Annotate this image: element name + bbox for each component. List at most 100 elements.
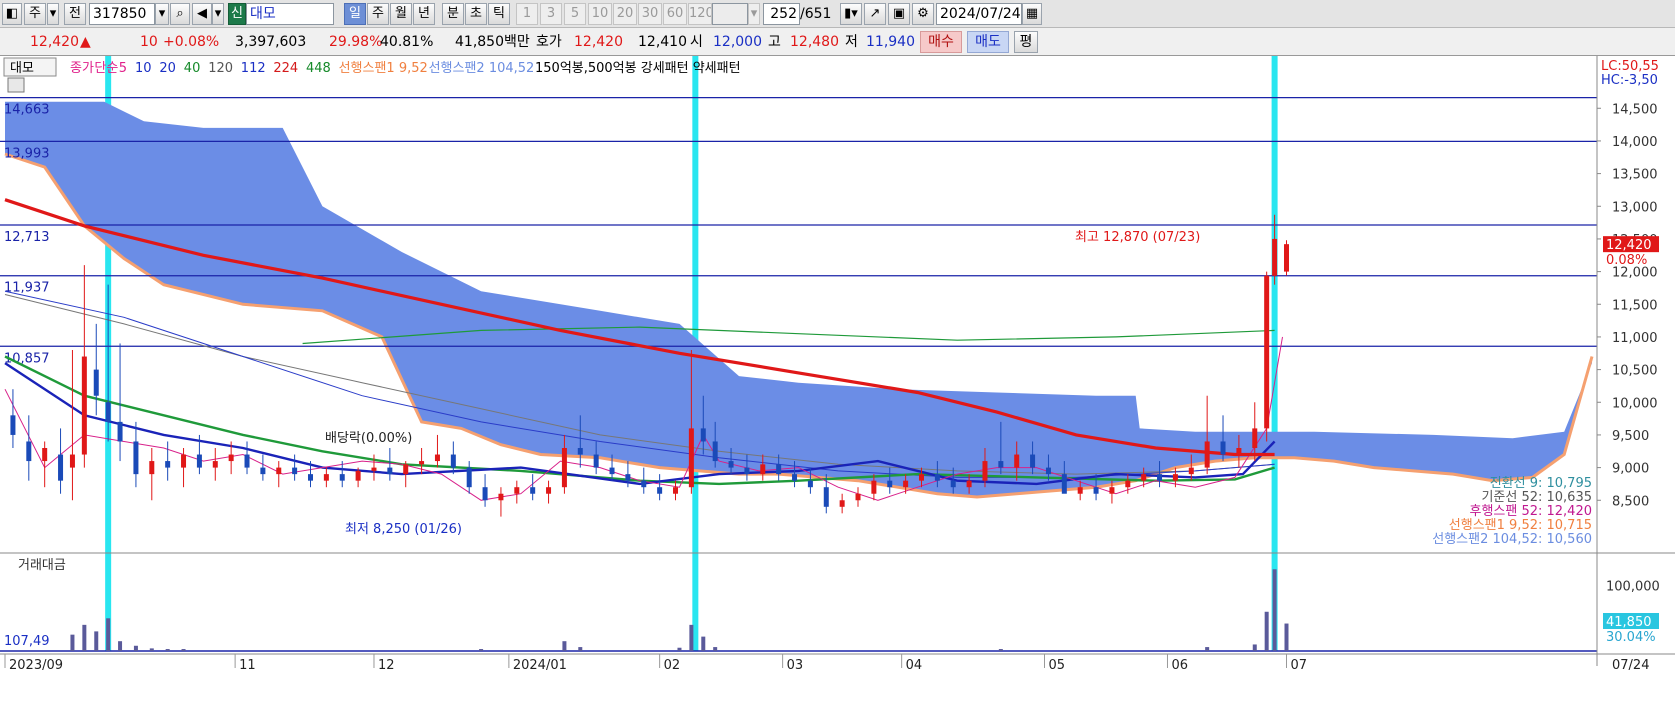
candle-body-13: [196, 454, 202, 468]
speaker-icon[interactable]: ◀: [192, 3, 212, 25]
layout-icon[interactable]: ◧: [2, 3, 22, 25]
date-tick-0: 2023/09: [9, 658, 63, 673]
tab-period-6[interactable]: 틱: [488, 3, 510, 25]
volume-bar-16: [998, 649, 1003, 651]
date-tick-4: 02: [664, 658, 681, 673]
hc-value: HC:-3,50: [1601, 73, 1658, 88]
volume-current-label: 41,850: [1606, 615, 1652, 630]
sell-button[interactable]: 매도: [967, 31, 1009, 53]
date-tick-2: 12: [378, 658, 395, 673]
date-tick-8: 06: [1171, 658, 1188, 673]
count-total: /651: [800, 6, 832, 22]
ratio-1: 29.98%: [329, 34, 383, 50]
tab-period-1[interactable]: 주: [367, 3, 389, 25]
tab-period-3[interactable]: 년: [413, 3, 435, 25]
interval-button-5[interactable]: 5: [564, 3, 586, 25]
candle-body-19: [292, 467, 298, 475]
code-dropdown-icon[interactable]: ▾: [155, 3, 169, 25]
candle-body-77: [1204, 441, 1210, 468]
candle-body-37: [577, 448, 583, 455]
ichimoku-value-1: 기준선 52: 10,635: [1481, 490, 1592, 505]
volume-bar-17: [1205, 647, 1210, 651]
high-label: 고: [768, 34, 781, 50]
price-tick-12: 8,500: [1612, 494, 1649, 509]
volume-bar-5: [133, 645, 138, 651]
candle-body-68: [1061, 474, 1067, 494]
legend-item-11: 선행스팬2 104,52: [429, 60, 535, 76]
interval-button-3[interactable]: 3: [540, 3, 562, 25]
stock-code-input[interactable]: 317850: [89, 3, 155, 25]
tab-period-4[interactable]: 분: [442, 3, 464, 25]
lc-value: LC:50,55: [1601, 59, 1659, 74]
speaker-dropdown-icon[interactable]: ▾: [212, 3, 224, 25]
volume-current-pct: 30.04%: [1606, 630, 1656, 645]
interval-button-10[interactable]: 10: [588, 3, 612, 25]
candle-body-64: [998, 461, 1004, 468]
interval-button-120[interactable]: 120: [688, 3, 712, 25]
volume-bar-2: [94, 631, 99, 651]
interval-button-30[interactable]: 30: [638, 3, 662, 25]
candle-settings-icon[interactable]: ▮▾: [840, 3, 862, 25]
candle-body-49: [760, 464, 766, 475]
candle-body-40: [625, 474, 631, 481]
evaluate-button[interactable]: 평: [1014, 31, 1038, 53]
count-current-input[interactable]: 252: [763, 3, 800, 25]
interval-dropdown-icon[interactable]: ▾: [748, 3, 760, 25]
stock-name-field[interactable]: 대모: [246, 3, 334, 25]
interval-button-1[interactable]: 1: [516, 3, 538, 25]
legend-name: 대모: [10, 61, 34, 76]
gear-icon[interactable]: ⚙: [912, 3, 934, 25]
bid-price: 12,410: [638, 34, 687, 50]
high-price: 12,480: [790, 34, 839, 50]
candle-body-18: [276, 467, 282, 475]
date-tick-5: 03: [787, 658, 804, 673]
calendar-icon[interactable]: ▦: [1022, 3, 1042, 25]
date-input[interactable]: 2024/07/24: [936, 3, 1022, 25]
new-badge: 신: [228, 3, 246, 25]
interval-button-20[interactable]: 20: [613, 3, 637, 25]
dividend-annotation: 배당락(0.00%): [325, 431, 412, 446]
candle-body-73: [1141, 474, 1147, 481]
candle-body-8: [117, 421, 123, 442]
candle-body-39: [609, 467, 615, 475]
candle-body-42: [657, 487, 663, 494]
candle-body-46: [712, 441, 718, 462]
low-price: 11,940: [866, 34, 915, 50]
market-type-select[interactable]: 주: [24, 3, 46, 25]
price-tick-11: 9,000: [1612, 462, 1649, 477]
market-dropdown-icon[interactable]: ▾: [47, 3, 59, 25]
volume-bar-14: [701, 636, 706, 651]
legend-item-12: 150억봉,500억봉 강세패턴 약세패턴: [535, 61, 741, 76]
candle-body-53: [823, 487, 829, 507]
buy-button[interactable]: 매수: [920, 31, 962, 53]
candle-body-11: [165, 461, 171, 468]
date-tick-3: 2024/01: [513, 658, 567, 673]
candle-body-83: [1284, 244, 1290, 272]
interval-custom-input[interactable]: [712, 3, 748, 25]
candle-body-58: [903, 480, 909, 488]
interval-button-60[interactable]: 60: [663, 3, 687, 25]
grid-icon[interactable]: [7, 77, 25, 93]
open-price: 12,000: [713, 34, 762, 50]
current-price-pct: 0.08%: [1606, 253, 1647, 268]
toolbar: ◧ 주 ▾ 전 317850 ▾ ⌕ ◀ ▾ 신 대모 일 주 월 년 분 초 …: [0, 0, 1675, 28]
save-icon[interactable]: ▣: [888, 3, 910, 25]
tab-period-2[interactable]: 월: [390, 3, 412, 25]
prev-button[interactable]: 전: [64, 3, 86, 25]
price-chart[interactable]: 14,66313,99312,71311,93710,857 14,50014,…: [0, 56, 1675, 723]
legend-item-3: 10: [135, 61, 152, 76]
search-icon[interactable]: ⌕: [170, 3, 190, 25]
date-tick-9: 07: [1291, 658, 1308, 673]
candle-body-24: [371, 467, 377, 471]
ichimoku-value-0: 전환선 9: 10,795: [1490, 476, 1592, 491]
candle-body-74: [1157, 474, 1163, 481]
tab-period-5[interactable]: 초: [465, 3, 487, 25]
volume-bar-1: [82, 624, 87, 651]
tab-period-0[interactable]: 일: [344, 3, 366, 25]
trend-tool-icon[interactable]: ↗: [864, 3, 886, 25]
candle-body-22: [339, 474, 345, 481]
price-change: 10: [140, 34, 158, 50]
candle-body-2: [42, 448, 48, 462]
current-price-tag-label: 12,420: [1606, 238, 1652, 253]
candle-body-81: [1264, 275, 1270, 429]
